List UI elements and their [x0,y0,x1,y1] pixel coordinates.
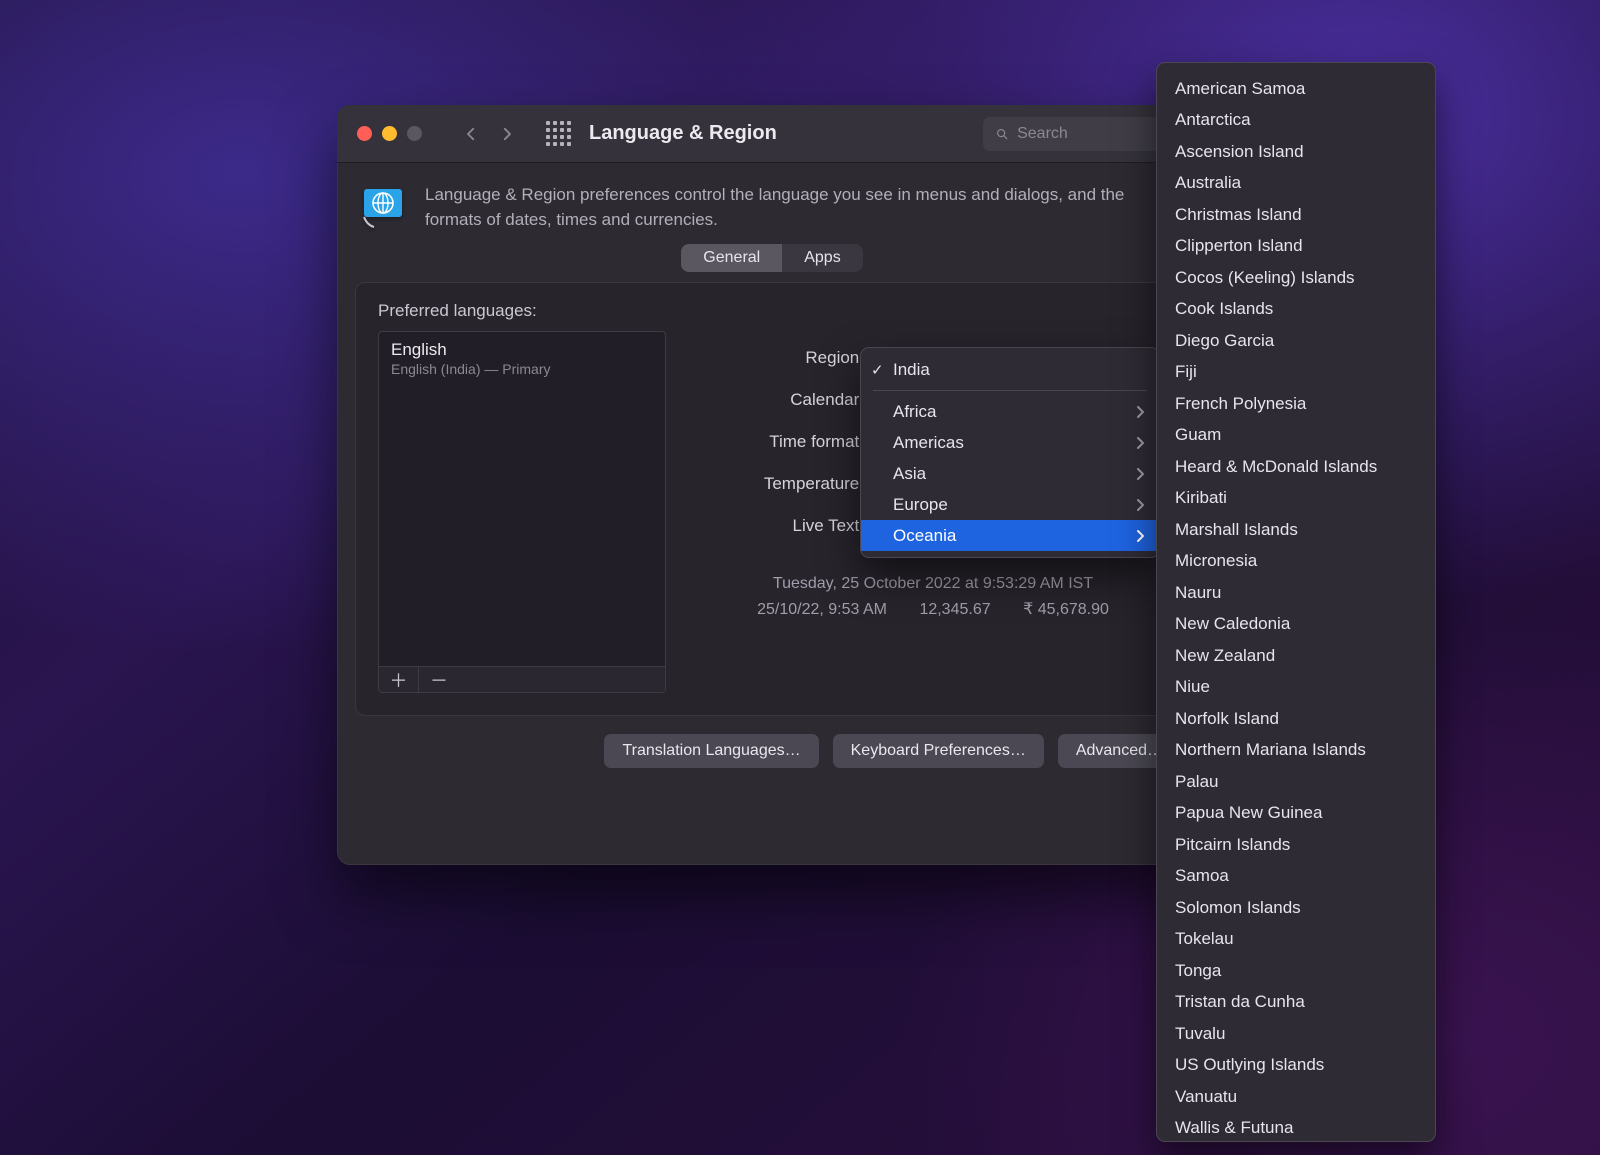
language-item[interactable]: English English (India) — Primary [379,332,665,385]
country-option[interactable]: Tokelau [1157,924,1435,956]
country-option[interactable]: US Outlying Islands [1157,1050,1435,1082]
add-language-button[interactable]: ＋ [379,667,419,692]
tab-apps[interactable]: Apps [782,244,862,272]
country-option[interactable]: Tuvalu [1157,1018,1435,1050]
country-option[interactable]: Antarctica [1157,105,1435,137]
dropdown-separator [873,390,1147,391]
country-option[interactable]: Vanuatu [1157,1081,1435,1113]
header-description: Language & Region preferences control th… [425,183,1145,232]
country-option[interactable]: New Zealand [1157,640,1435,672]
language-list-controls: ＋ － [379,666,665,692]
example-number: 12,345.67 [919,597,990,623]
country-option[interactable]: Palau [1157,766,1435,798]
country-option[interactable]: Australia [1157,168,1435,200]
language-name: English [391,340,653,360]
chevron-right-icon [1136,437,1145,449]
country-option[interactable]: Solomon Islands [1157,892,1435,924]
country-option[interactable]: French Polynesia [1157,388,1435,420]
region-selected-label: India [893,360,930,380]
chevron-right-icon [1136,406,1145,418]
checkmark-icon: ✓ [871,361,893,379]
region-continent-asia[interactable]: Asia [861,458,1159,489]
country-option[interactable]: Norfolk Island [1157,703,1435,735]
window-controls [357,126,422,141]
window-title: Language & Region [589,122,777,145]
language-subtitle: English (India) — Primary [391,361,653,377]
country-option[interactable]: Marshall Islands [1157,514,1435,546]
fullscreen-window-button[interactable] [407,126,422,141]
titlebar: Language & Region [337,105,1207,163]
preferred-languages-label: Preferred languages: [378,301,1166,321]
country-option[interactable]: Diego Garcia [1157,325,1435,357]
time-format-label: Time format: [700,432,870,452]
country-option[interactable]: Ascension Island [1157,136,1435,168]
country-option[interactable]: Nauru [1157,577,1435,609]
country-option[interactable]: Wallis & Futuna [1157,1113,1435,1145]
example-short-date: 25/10/22, 9:53 AM [757,597,887,623]
region-continent-africa[interactable]: Africa [861,396,1159,427]
country-option[interactable]: Kiribati [1157,483,1435,515]
temperature-label: Temperature: [700,474,870,494]
live-text-label: Live Text: [700,516,870,536]
format-example: Tuesday, 25 October 2022 at 9:53:29 AM I… [700,571,1166,622]
region-label: Region: [700,348,870,368]
tab-general[interactable]: General [681,244,782,272]
chevron-right-icon [1136,530,1145,542]
country-option[interactable]: Heard & McDonald Islands [1157,451,1435,483]
search-icon [995,126,1009,142]
translation-languages-button[interactable]: Translation Languages… [604,734,818,768]
country-option[interactable]: Tonga [1157,955,1435,987]
tab-bar: General Apps [337,244,1207,272]
region-selected-item[interactable]: ✓ India [861,354,1159,385]
country-option[interactable]: Tristan da Cunha [1157,987,1435,1019]
country-option[interactable]: Christmas Island [1157,199,1435,231]
country-option[interactable]: New Caledonia [1157,609,1435,641]
region-submenu-oceania[interactable]: American SamoaAntarcticaAscension Island… [1156,62,1436,1142]
country-option[interactable]: Pitcairn Islands [1157,829,1435,861]
country-option[interactable]: Cook Islands [1157,294,1435,326]
footer-buttons: Translation Languages… Keyboard Preferen… [337,716,1207,790]
region-continent-americas[interactable]: Americas [861,427,1159,458]
country-option[interactable]: Northern Mariana Islands [1157,735,1435,767]
header: Language & Region preferences control th… [337,163,1207,244]
chevron-right-icon [1136,499,1145,511]
preferred-languages-list[interactable]: English English (India) — Primary ＋ － [378,331,666,693]
minimize-window-button[interactable] [382,126,397,141]
country-option[interactable]: Clipperton Island [1157,231,1435,263]
close-window-button[interactable] [357,126,372,141]
region-dropdown[interactable]: ✓ India AfricaAmericasAsiaEuropeOceania [860,347,1160,558]
country-option[interactable]: Micronesia [1157,546,1435,578]
back-icon[interactable] [462,125,480,143]
language-region-icon [361,183,407,229]
country-option[interactable]: Samoa [1157,861,1435,893]
country-option[interactable]: Papua New Guinea [1157,798,1435,830]
country-option[interactable]: American Samoa [1157,73,1435,105]
example-currency: ₹ 45,678.90 [1023,597,1109,623]
region-continent-oceania[interactable]: Oceania [861,520,1159,551]
forward-icon[interactable] [498,125,516,143]
example-long-date: Tuesday, 25 October 2022 at 9:53:29 AM I… [700,571,1166,597]
show-all-preferences-icon[interactable] [546,121,571,146]
region-continent-europe[interactable]: Europe [861,489,1159,520]
chevron-right-icon [1136,468,1145,480]
country-option[interactable]: Cocos (Keeling) Islands [1157,262,1435,294]
country-option[interactable]: Fiji [1157,357,1435,389]
country-option[interactable]: Niue [1157,672,1435,704]
country-option[interactable]: Guam [1157,420,1435,452]
nav-buttons [462,125,516,143]
remove-language-button[interactable]: － [419,667,459,692]
keyboard-preferences-button[interactable]: Keyboard Preferences… [833,734,1044,768]
calendar-label: Calendar: [700,390,870,410]
